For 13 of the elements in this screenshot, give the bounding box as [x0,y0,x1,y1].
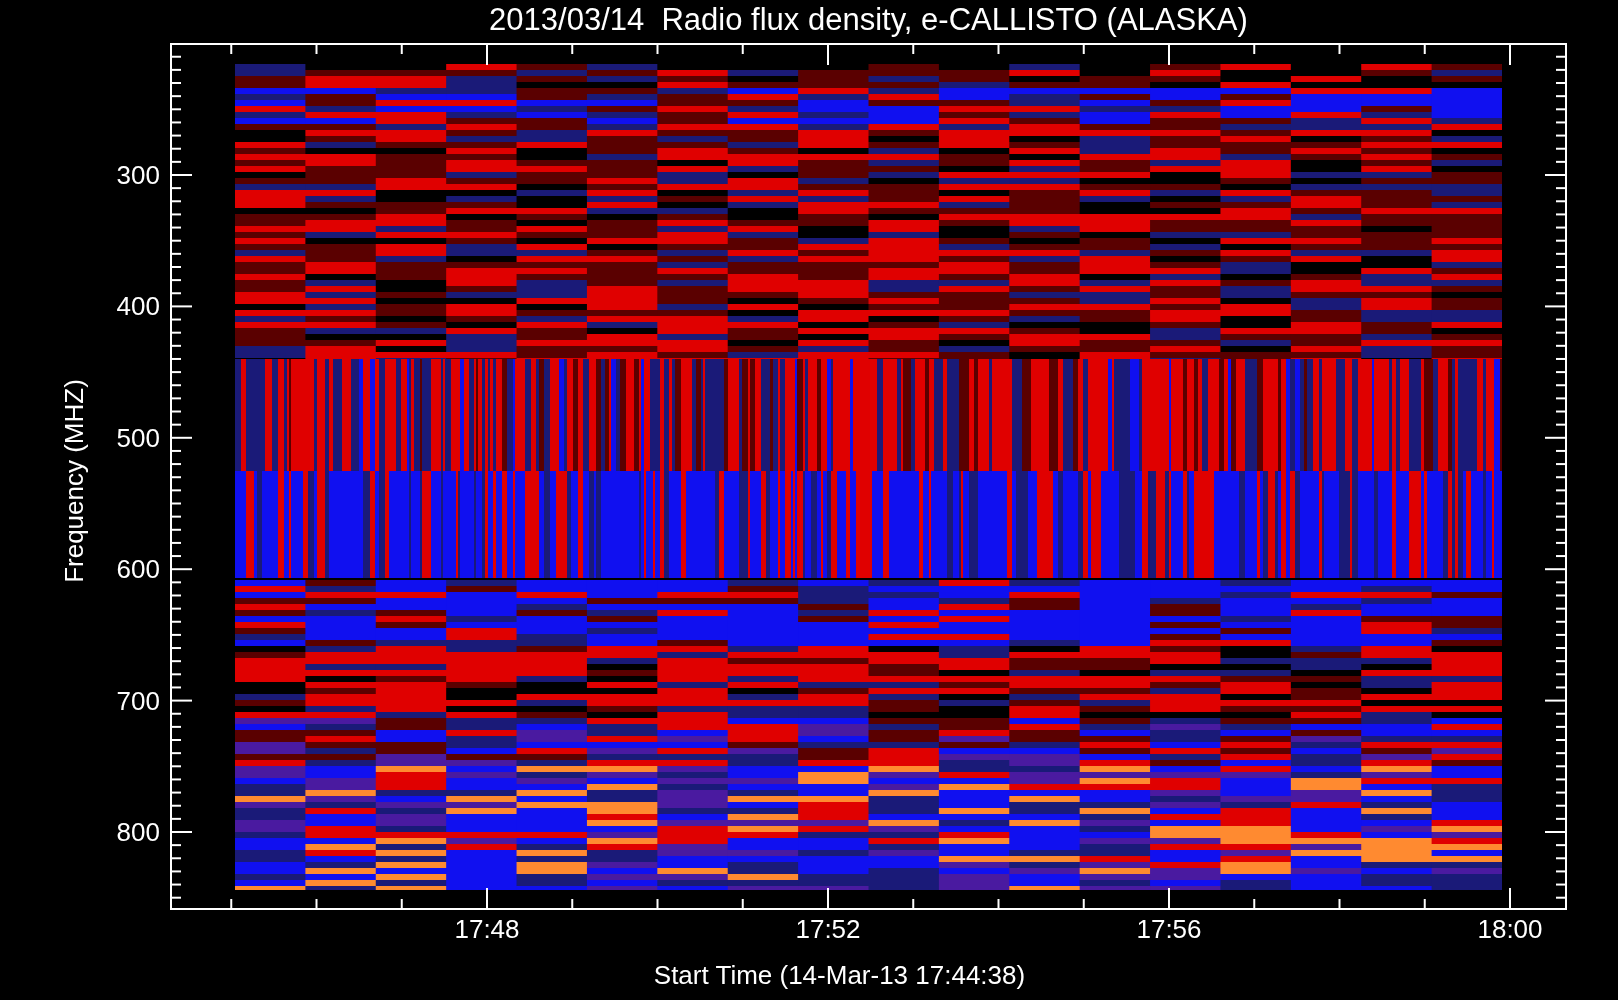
y-axis-label: Frequency (MHZ) [58,379,90,583]
y-tick-label: 500 [116,422,160,454]
x-axis-label: Start Time (14-Mar-13 17:44:38) [652,960,1027,992]
y-tick-label: 300 [116,159,160,191]
x-tick-label: 17:56 [1136,914,1202,945]
y-tick-label: 400 [116,290,160,322]
y-tick-label: 600 [116,553,160,585]
x-tick-label: 17:52 [795,914,861,945]
y-tick-label: 800 [116,816,160,848]
x-tick-label: 18:00 [1477,914,1543,945]
chart-title: 2013/03/14 Radio flux density, e-CALLISTO (ALASKA) [488,1,1249,39]
y-tick-label: 700 [116,685,160,717]
x-tick-label: 17:48 [454,914,520,945]
